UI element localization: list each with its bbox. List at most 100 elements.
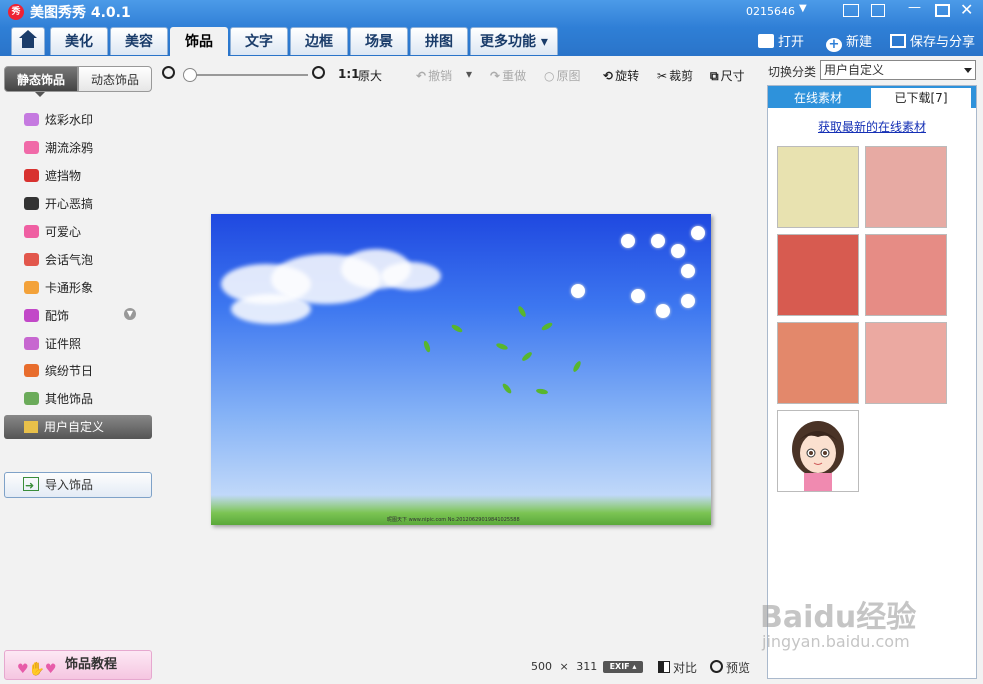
circle-icon: ○: [544, 69, 555, 83]
maximize-icon[interactable]: [935, 4, 950, 17]
category-item[interactable]: 缤纷节日: [24, 361, 93, 381]
actual-size-ratio[interactable]: 1:1: [338, 67, 360, 81]
category-item[interactable]: 配饰: [24, 306, 69, 326]
material-thumbnail[interactable]: [777, 410, 859, 492]
import-icon: [23, 474, 39, 498]
subtab-pointer: [35, 92, 45, 97]
material-thumbnail[interactable]: [777, 234, 859, 316]
decoration-tutorial-button[interactable]: ♥✋♥ 饰品教程: [4, 650, 152, 680]
cloud: [231, 294, 311, 324]
leaf: [501, 382, 513, 395]
thumbnail-image: [866, 235, 946, 315]
expand-icon[interactable]: ▼: [124, 308, 136, 320]
category-item[interactable]: 卡通形象: [24, 278, 93, 298]
blossom: [571, 284, 585, 298]
blossom: [671, 244, 685, 258]
resize-icon: ⧉: [710, 69, 719, 83]
leaf: [450, 323, 464, 334]
original-size-button[interactable]: 原大: [358, 67, 382, 84]
thumbnail-image: [778, 235, 858, 315]
user-name[interactable]: 0215646: [746, 5, 795, 18]
undo-dropdown-icon[interactable]: ▾: [466, 67, 472, 81]
material-thumbnail[interactable]: [865, 322, 947, 404]
redo-icon: ↷: [490, 69, 501, 83]
rotate-button[interactable]: ⟲ 旋转: [603, 67, 639, 84]
baidu-watermark: Baidu经验: [760, 600, 917, 635]
get-latest-materials-link[interactable]: 获取最新的在线素材: [768, 118, 976, 135]
tab-decoration[interactable]: 饰品: [170, 27, 228, 56]
tab-frame[interactable]: 边框: [290, 27, 348, 55]
material-thumbnail[interactable]: [865, 146, 947, 228]
gift-icon: [24, 364, 39, 377]
tab-text[interactable]: 文字: [230, 27, 288, 55]
tab-beauty[interactable]: 美容: [110, 27, 168, 55]
tab-beautify[interactable]: 美化: [50, 27, 108, 55]
category-item[interactable]: 可爱心: [24, 222, 81, 242]
leaf: [535, 387, 549, 396]
message-icon[interactable]: [843, 4, 859, 17]
save-icon: [890, 34, 906, 48]
original-image-button[interactable]: ○ 原图: [544, 67, 581, 84]
tab-collage[interactable]: 拼图: [410, 27, 468, 55]
material-thumbnail[interactable]: [777, 322, 859, 404]
preview-button[interactable]: 预览: [710, 659, 750, 676]
close-icon[interactable]: ✕: [960, 0, 973, 19]
category-item[interactable]: 证件照: [24, 334, 81, 354]
undo-icon: ↶: [416, 69, 427, 83]
tab-more[interactable]: 更多功能 ▾: [470, 27, 558, 55]
category-item[interactable]: 潮流涂鸦: [24, 138, 93, 158]
scissors-icon: ✂: [657, 69, 668, 83]
zoom-slider-thumb[interactable]: [183, 68, 197, 82]
compare-button[interactable]: 对比: [658, 659, 697, 676]
zoom-in-icon[interactable]: [312, 66, 325, 79]
category-item[interactable]: 炫彩水印: [24, 110, 93, 130]
folder-icon: [758, 34, 774, 48]
tab-home[interactable]: [11, 27, 45, 55]
category-label: 证件照: [45, 337, 82, 351]
tab-online-materials[interactable]: 在线素材: [768, 88, 868, 108]
thumbnail-image: [866, 323, 946, 403]
crop-button[interactable]: ✂ 裁剪: [657, 67, 693, 84]
blossom: [621, 234, 635, 248]
shirt-icon: [24, 337, 39, 350]
category-item[interactable]: 开心恶搞: [24, 194, 93, 214]
category-item[interactable]: 其他饰品: [24, 389, 93, 409]
blossom: [681, 264, 695, 278]
category-switch-label: 切换分类: [768, 65, 817, 79]
save-share-button[interactable]: 保存与分享: [890, 31, 975, 50]
canvas-image[interactable]: 昵图天下 www.nipic.com No.201206290198410255…: [211, 214, 711, 525]
zoom-slider[interactable]: [186, 74, 308, 76]
category-label: 遮挡物: [45, 169, 82, 183]
chevron-down-icon: [964, 68, 972, 73]
subtab-dynamic-decorations[interactable]: 动态饰品: [78, 66, 152, 92]
user-dropdown-icon[interactable]: ▼: [799, 3, 807, 14]
bow-icon: [24, 309, 39, 322]
category-label: 卡通形象: [45, 281, 94, 295]
speech-bubble-icon: [24, 253, 39, 266]
category-select[interactable]: 用户自定义: [820, 60, 976, 80]
open-button[interactable]: 打开: [758, 31, 804, 50]
new-button[interactable]: + 新建: [826, 31, 872, 52]
category-item[interactable]: 遮挡物: [24, 166, 81, 186]
undo-button[interactable]: ↶ 撤销: [416, 67, 452, 84]
leaf: [571, 360, 583, 373]
tab-scene[interactable]: 场景: [350, 27, 408, 55]
thumbnail-image: [778, 147, 858, 227]
minimize-icon[interactable]: —: [908, 0, 921, 15]
material-thumbnail[interactable]: [777, 146, 859, 228]
funny-icon: [24, 197, 39, 210]
subtab-static-decorations[interactable]: 静态饰品: [4, 66, 78, 92]
exif-button[interactable]: EXIF ▴: [603, 661, 643, 673]
plus-icon: +: [826, 38, 842, 52]
tab-downloaded-materials[interactable]: 已下载[7]: [871, 88, 971, 108]
material-thumbnail[interactable]: [865, 234, 947, 316]
redo-button[interactable]: ↷ 重做: [490, 67, 526, 84]
zoom-out-icon[interactable]: [162, 66, 175, 79]
thumbnail-image: [866, 147, 946, 227]
thumbnail-image: [778, 323, 858, 403]
resize-button[interactable]: ⧉ 尺寸: [710, 67, 745, 84]
import-decoration-button[interactable]: 导入饰品: [4, 472, 152, 498]
menu-icon[interactable]: [871, 4, 885, 17]
category-item[interactable]: 会话气泡: [24, 250, 93, 270]
category-user-defined[interactable]: 用户自定义: [4, 415, 152, 439]
